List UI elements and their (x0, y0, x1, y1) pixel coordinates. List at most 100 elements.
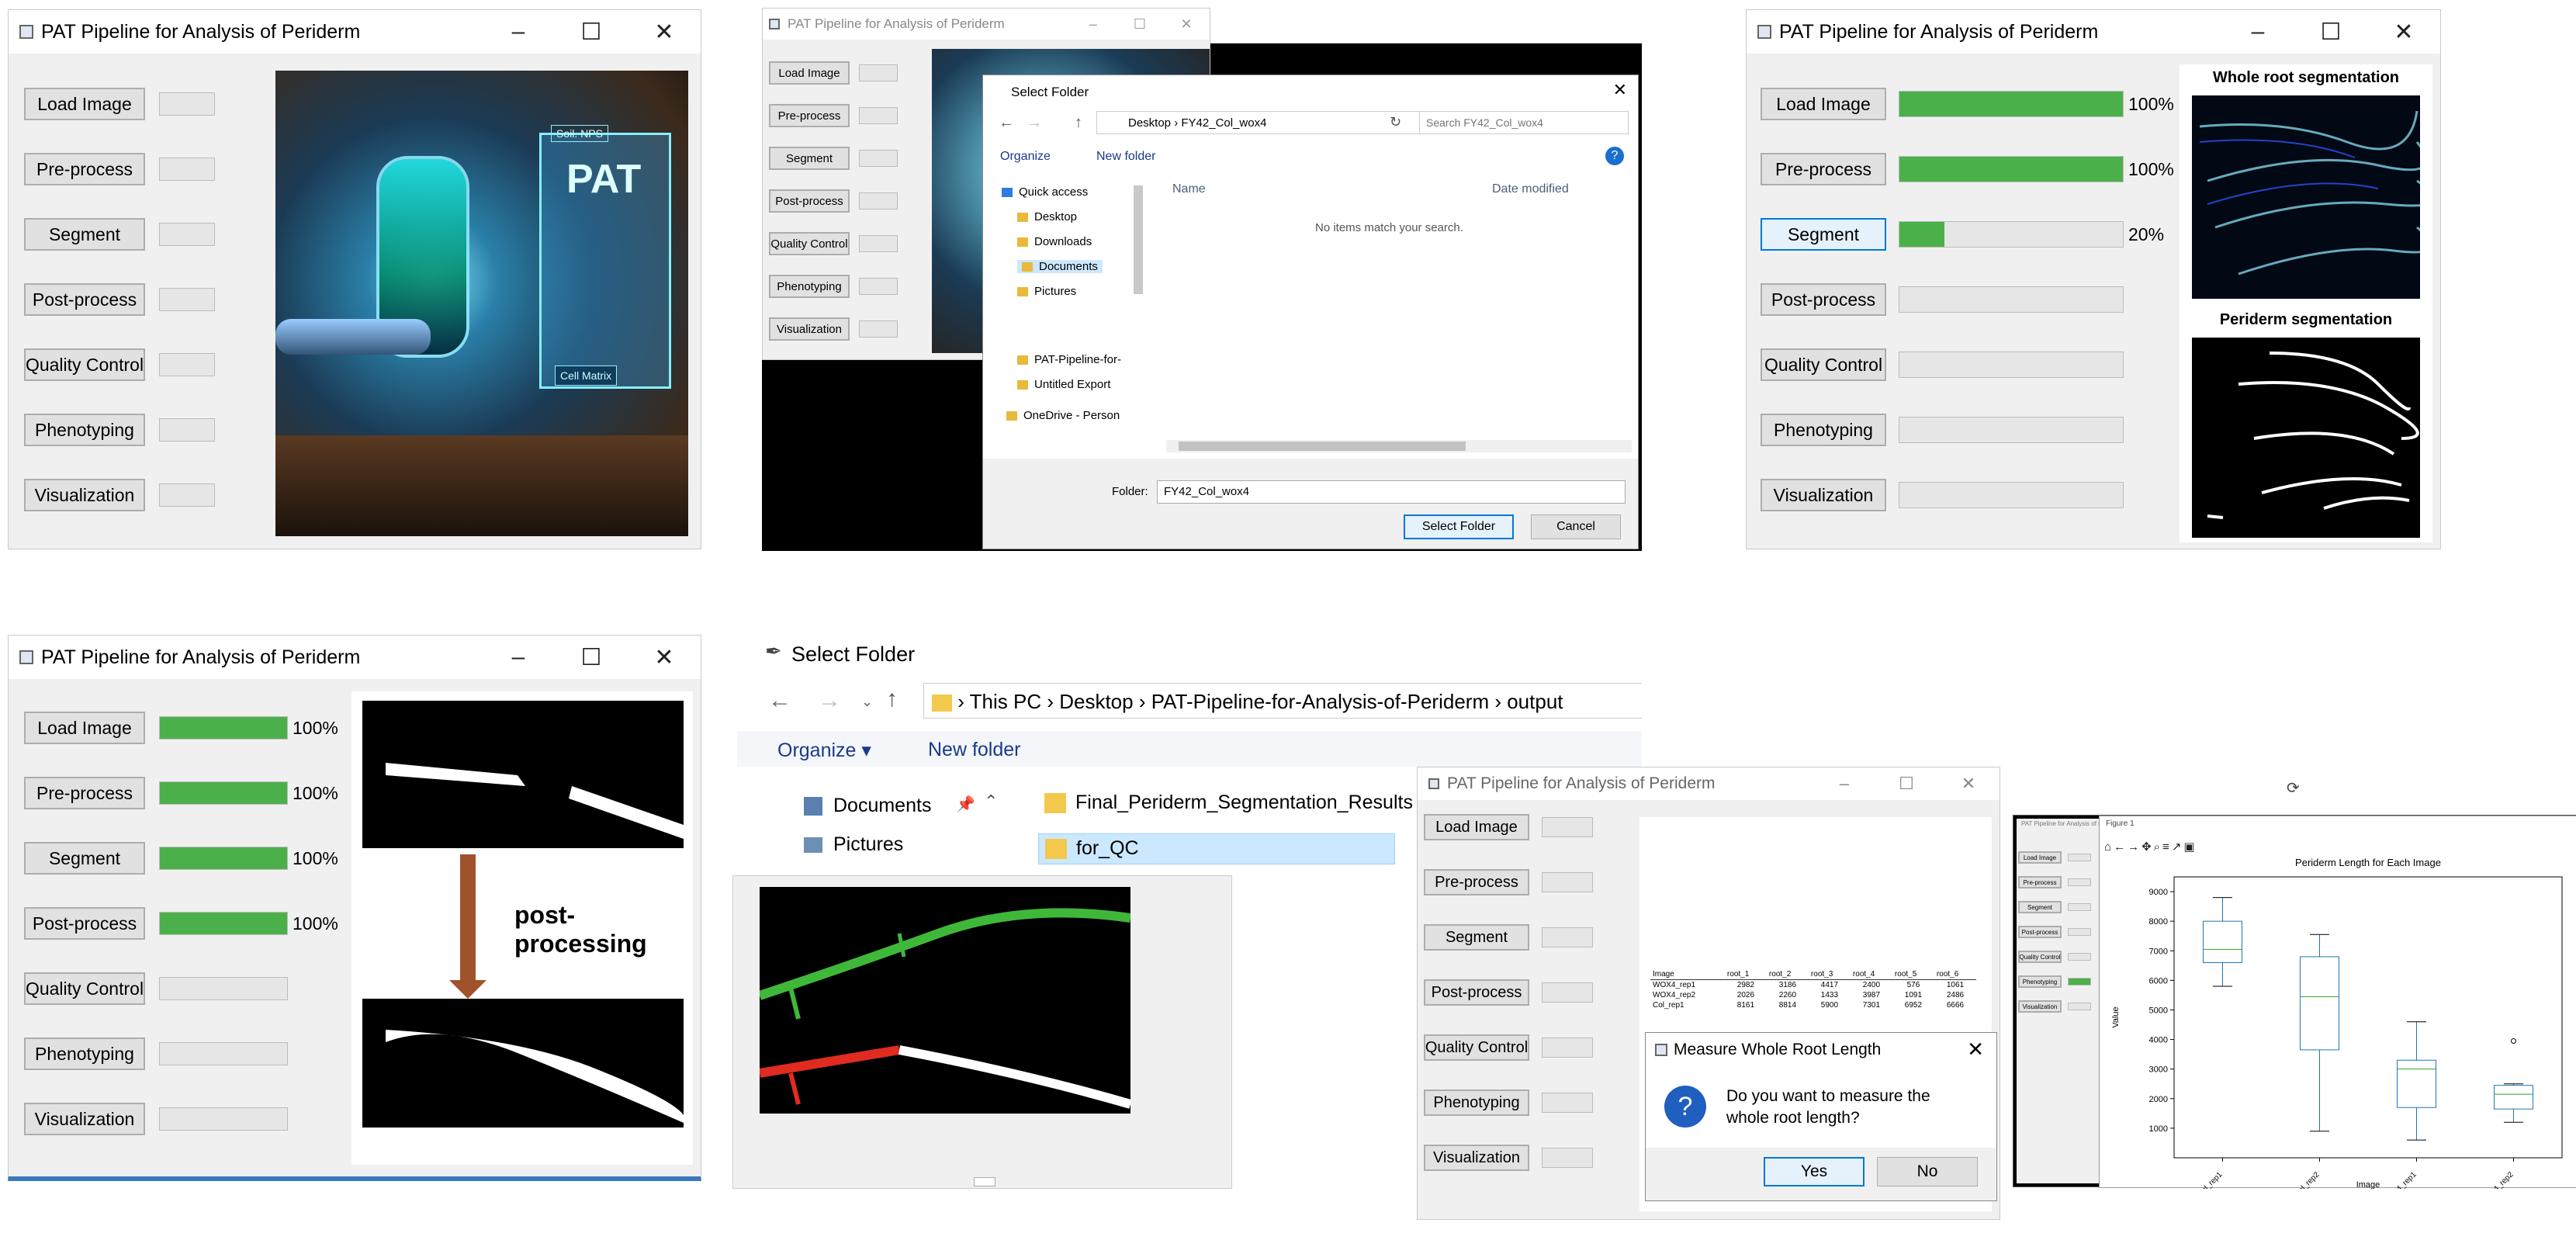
address-bar[interactable]: › This PC › Desktop › PAT-Pipeline-for-A… (923, 683, 1642, 719)
step-button-phenotyping[interactable]: Phenotyping (769, 275, 850, 298)
step-button-load-image[interactable]: Load Image (24, 88, 145, 120)
organize-button[interactable]: Organize ▾ (777, 739, 871, 762)
new-folder-button[interactable]: New folder (928, 739, 1021, 761)
step-button-segment[interactable]: Segment (769, 147, 850, 170)
minimize-icon[interactable]: – (482, 19, 555, 45)
step-button-pre-process[interactable]: Pre-process (769, 104, 850, 127)
step-button-post-process[interactable]: Post-process (24, 283, 145, 316)
nav-item-onedrive-person[interactable]: OneDrive - Person (1006, 409, 1120, 422)
step-button-post-process[interactable]: Post-process (2018, 926, 2062, 938)
edit-axes-icon[interactable]: ↗ (2172, 840, 2184, 854)
file-item-forqc[interactable]: for_QC (1038, 833, 1395, 864)
step-button-phenotyping[interactable]: Phenotyping (2018, 975, 2062, 988)
pan-icon[interactable]: ✥ (2141, 840, 2154, 854)
step-button-load-image[interactable]: Load Image (2018, 851, 2062, 864)
step-button-segment[interactable]: Segment (24, 842, 145, 875)
folder-input[interactable]: FY42_Col_wox4 (1157, 480, 1626, 504)
step-button-post-process[interactable]: Post-process (24, 907, 145, 940)
forward-icon[interactable]: → (818, 688, 841, 714)
yes-button[interactable]: Yes (1764, 1157, 1864, 1186)
step-button-pre-process[interactable]: Pre-process (24, 777, 145, 809)
up-icon[interactable]: ↑ (1075, 114, 1082, 132)
scroll-up-icon[interactable]: ⌃ (984, 792, 998, 812)
step-button-visualization[interactable]: Visualization (2018, 1000, 2062, 1013)
col-date[interactable]: Date modified (1492, 182, 1569, 196)
help-icon[interactable]: ? (1605, 147, 1624, 165)
close-icon[interactable]: ✕ (628, 19, 701, 46)
rotate-handle-icon[interactable]: ⟳ (2287, 778, 2300, 798)
crumb-repo[interactable]: PAT-Pipeline-for-Analysis-of-Periderm (1151, 690, 1489, 713)
step-button-segment[interactable]: Segment (2018, 901, 2062, 913)
step-button-phenotyping[interactable]: Phenotyping (24, 1037, 145, 1070)
zoom-icon[interactable]: ⌕ (2154, 840, 2162, 854)
step-button-quality-control[interactable]: Quality Control (2018, 951, 2062, 963)
nav-scrollbar[interactable] (1134, 185, 1143, 294)
minimize-icon[interactable]: – (2221, 19, 2294, 45)
step-button-visualization[interactable]: Visualization (24, 479, 145, 511)
crumb-desktop[interactable]: Desktop (1059, 690, 1133, 713)
step-button-load-image[interactable]: Load Image (1424, 814, 1529, 840)
step-button-quality-control[interactable]: Quality Control (24, 348, 145, 381)
refresh-icon[interactable]: ↻ (1390, 114, 1401, 130)
close-icon[interactable]: ✕ (628, 644, 701, 671)
viewer-button[interactable] (974, 1177, 995, 1186)
configure-icon[interactable]: ≡ (2162, 840, 2172, 854)
minimize-icon[interactable]: – (482, 644, 555, 670)
step-button-load-image[interactable]: Load Image (1761, 88, 1886, 120)
step-button-segment[interactable]: Segment (1424, 924, 1529, 951)
step-button-pre-process[interactable]: Pre-process (1761, 153, 1886, 185)
new-folder-button[interactable]: New folder (1096, 150, 1155, 164)
minimize-icon[interactable]: – (1813, 774, 1875, 794)
nav-item-downloads[interactable]: Downloads (1017, 235, 1092, 248)
file-item-final[interactable]: Final_Periderm_Segmentation_Results (1044, 792, 1413, 814)
step-button-segment[interactable]: Segment (1761, 218, 1886, 251)
step-button-segment[interactable]: Segment (24, 218, 145, 251)
maximize-icon[interactable]: ☐ (1875, 774, 1937, 794)
back-icon[interactable]: ← (768, 688, 791, 714)
dropdown-icon[interactable]: ⌄ (861, 694, 873, 710)
maximize-icon[interactable]: ☐ (1117, 16, 1163, 33)
nav-item-pat-pipeline-for[interactable]: PAT-Pipeline-for- (1017, 353, 1121, 366)
crumb-this-pc[interactable]: This PC (970, 690, 1041, 713)
step-button-phenotyping[interactable]: Phenotyping (1761, 414, 1886, 446)
crumb-folder[interactable]: FY42_Col_wox4 (1181, 116, 1266, 130)
save-icon[interactable]: ▣ (2183, 840, 2197, 854)
crumb-output[interactable]: output (1507, 690, 1563, 713)
step-button-pre-process[interactable]: Pre-process (1424, 869, 1529, 895)
h-scroll-thumb[interactable] (1179, 442, 1466, 451)
organize-button[interactable]: Organize (1000, 150, 1051, 164)
forward-icon[interactable]: → (2128, 840, 2141, 854)
step-button-phenotyping[interactable]: Phenotyping (1424, 1089, 1529, 1116)
step-button-quality-control[interactable]: Quality Control (1761, 348, 1886, 381)
step-button-visualization[interactable]: Visualization (769, 317, 850, 341)
step-button-quality-control[interactable]: Quality Control (769, 232, 850, 255)
maximize-icon[interactable]: ☐ (555, 19, 628, 46)
cancel-button[interactable]: Cancel (1531, 514, 1621, 539)
step-button-pre-process[interactable]: Pre-process (24, 153, 145, 185)
maximize-icon[interactable]: ☐ (555, 644, 628, 671)
maximize-icon[interactable]: ☐ (2294, 19, 2367, 46)
dialog-close-icon[interactable]: ✕ (1967, 1037, 1984, 1062)
forward-icon[interactable]: → (1027, 114, 1042, 132)
close-icon[interactable]: ✕ (1163, 16, 1210, 33)
search-input[interactable] (1419, 111, 1629, 134)
minimize-icon[interactable]: – (1070, 16, 1117, 33)
dialog-close-icon[interactable]: ✕ (1613, 80, 1627, 100)
close-icon[interactable]: ✕ (1937, 774, 2000, 794)
step-button-phenotyping[interactable]: Phenotyping (24, 414, 145, 446)
step-button-visualization[interactable]: Visualization (1424, 1145, 1529, 1171)
step-button-visualization[interactable]: Visualization (24, 1103, 145, 1135)
crumb-desktop[interactable]: Desktop (1128, 116, 1171, 130)
nav-item-documents[interactable]: Documents (1017, 260, 1103, 273)
home-icon[interactable]: ⌂ (2104, 840, 2114, 854)
step-button-post-process[interactable]: Post-process (769, 189, 850, 213)
step-button-post-process[interactable]: Post-process (1761, 283, 1886, 316)
step-button-quality-control[interactable]: Quality Control (24, 972, 145, 1005)
up-icon[interactable]: ↑ (886, 686, 898, 712)
back-icon[interactable]: ← (2114, 840, 2128, 854)
no-button[interactable]: No (1877, 1157, 1978, 1186)
select-folder-button[interactable]: Select Folder (1404, 514, 1514, 539)
back-icon[interactable]: ← (999, 114, 1014, 132)
step-button-visualization[interactable]: Visualization (1761, 479, 1886, 511)
step-button-quality-control[interactable]: Quality Control (1424, 1034, 1529, 1061)
